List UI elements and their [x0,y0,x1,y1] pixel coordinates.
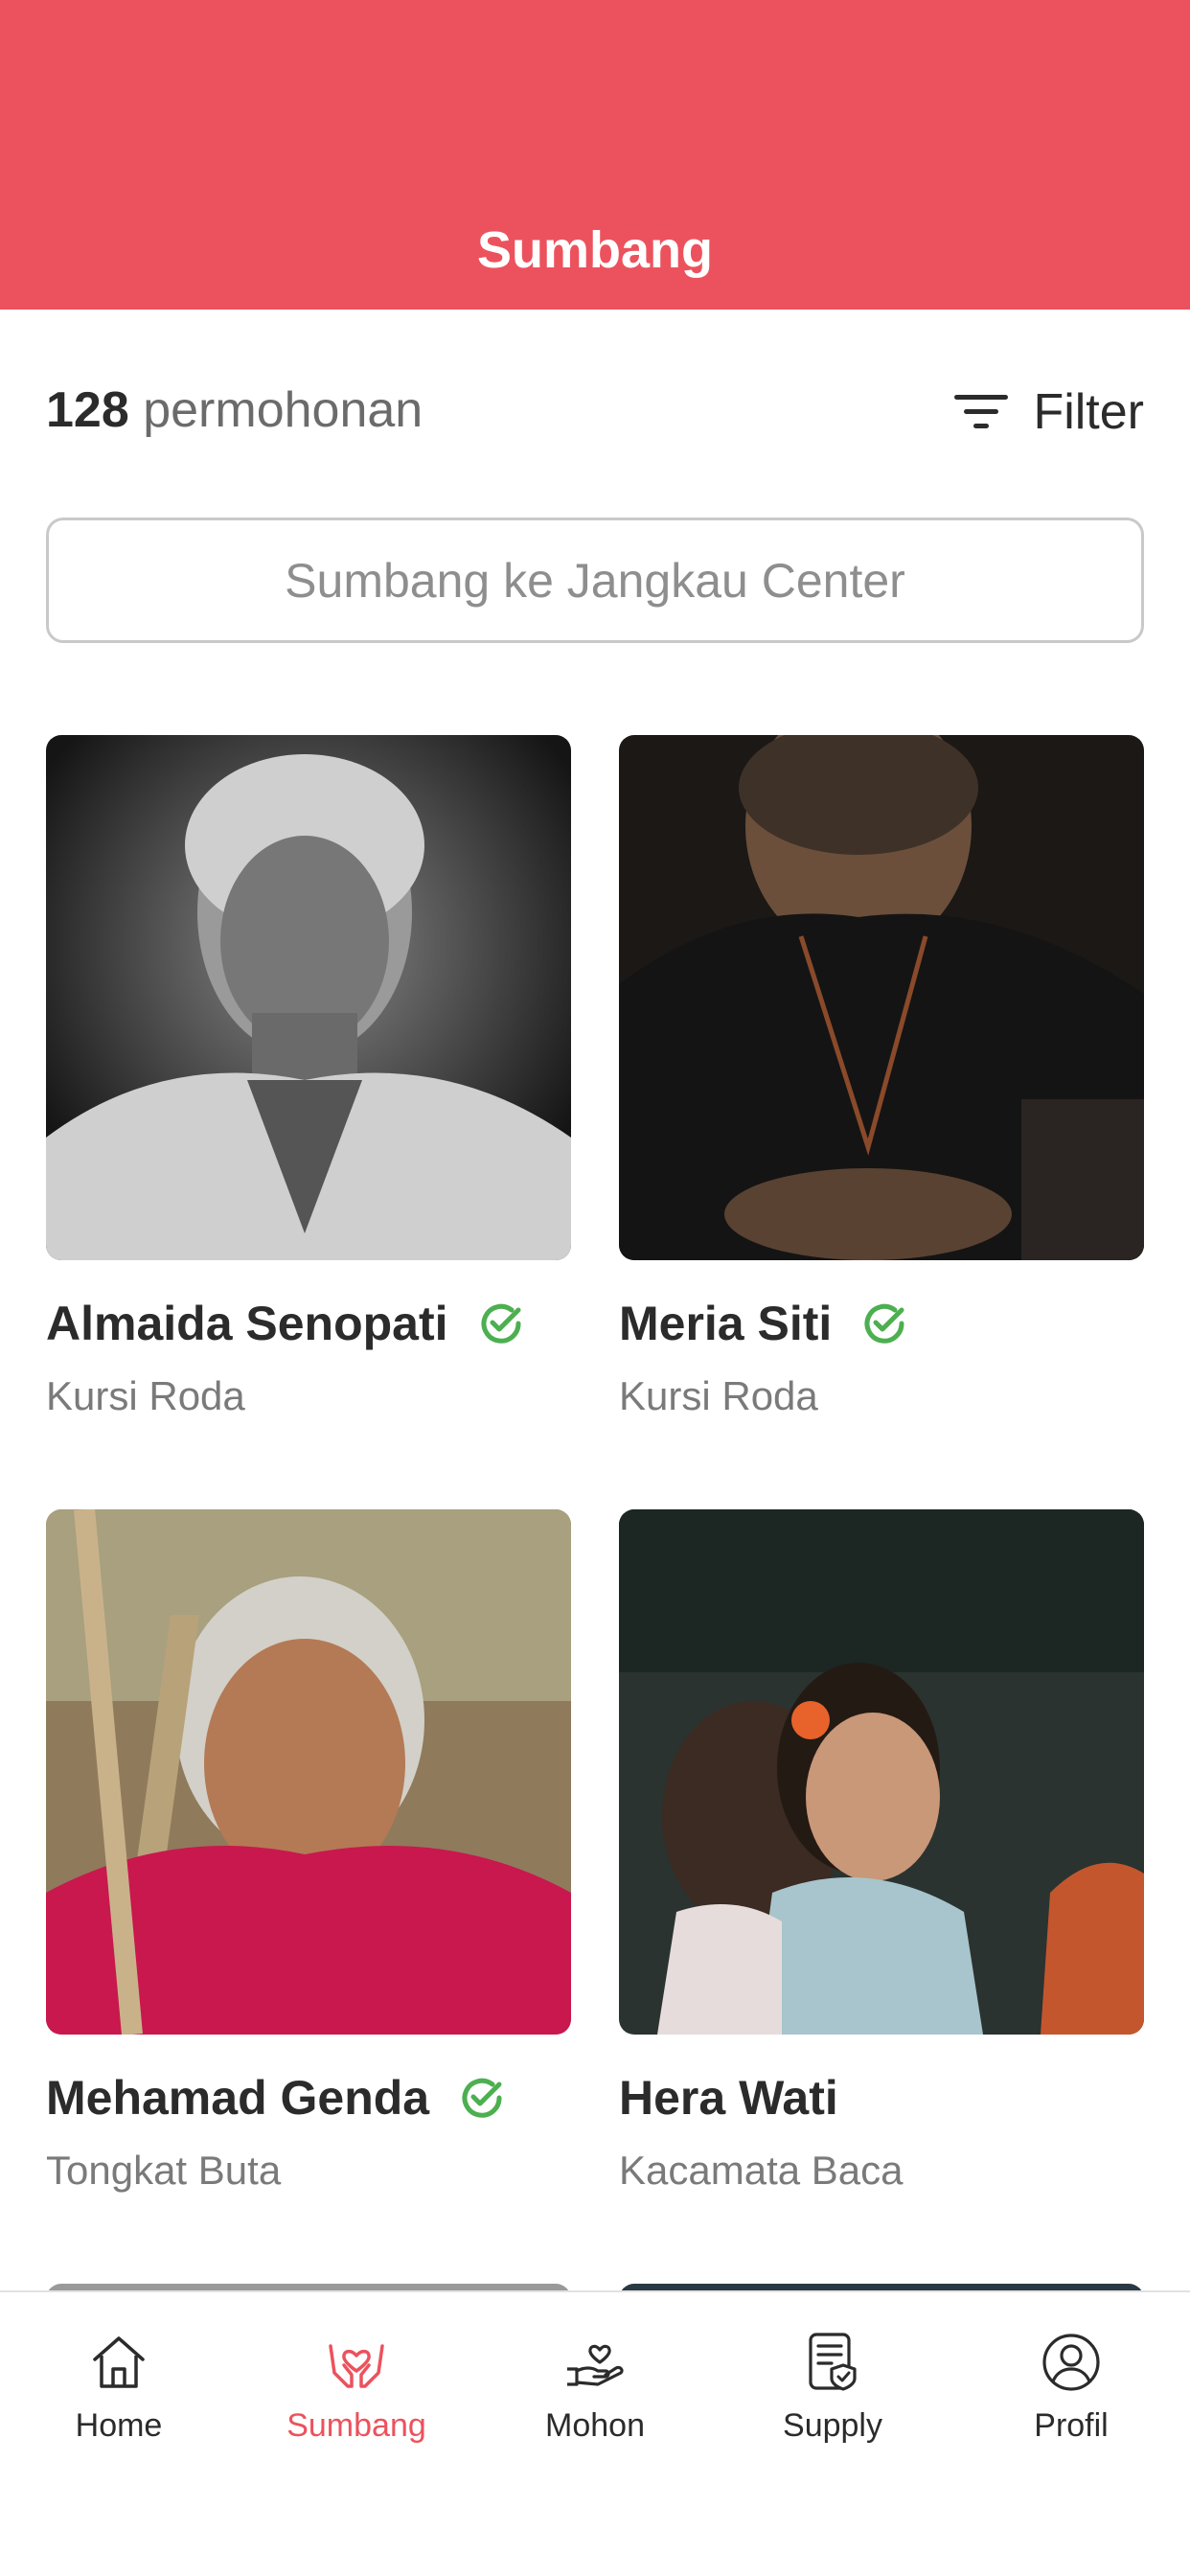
recipient-name: Almaida Senopati [46,1297,448,1350]
tab-supply-label: Supply [783,2407,882,2444]
request-count: 128 permohonan [46,381,423,439]
tab-sumbang[interactable]: Sumbang [238,2331,475,2474]
requested-item: Kursi Roda [619,1373,818,1418]
recipient-name: Meria Siti [619,1297,833,1350]
request-card[interactable]: Hera Wati Kacamata Baca [619,1509,1144,2194]
filter-icon [954,395,1009,428]
verified-check-icon [481,1303,521,1344]
tab-mohon-label: Mohon [545,2407,645,2444]
requested-item: Kursi Roda [46,1373,245,1418]
recipient-photo [619,735,1144,1260]
supply-document-icon [809,2333,857,2391]
filter-button[interactable]: Filter [954,381,1144,443]
request-count-suffix: permohonan [143,382,423,438]
recipient-name: Hera Wati [619,2071,838,2125]
recipient-name: Mehamad Genda [46,2071,430,2125]
request-card[interactable]: Mehamad Genda Tongkat Buta [46,1509,571,2194]
recipient-photo [46,1509,571,2035]
request-count-number: 128 [46,382,129,438]
tab-mohon[interactable]: Mohon [476,2331,714,2474]
recipient-photo [46,735,571,1260]
verified-check-icon [864,1303,904,1344]
donate-to-center-button[interactable]: Sumbang ke Jangkau Center [46,518,1144,643]
tab-home-label: Home [75,2407,163,2444]
request-card[interactable]: Meria Siti Kursi Roda [619,735,1144,1419]
tab-profil[interactable]: Profil [952,2331,1190,2474]
page-title: Sumbang [476,221,713,279]
request-hand-heart-icon [567,2344,624,2386]
home-icon [93,2336,145,2388]
bottom-tab-bar: Home Sumbang Mohon Supply Profil [0,2290,1190,2576]
requested-item: Kacamata Baca [619,2148,904,2193]
tab-profil-label: Profil [1034,2407,1109,2444]
tab-home[interactable]: Home [0,2331,238,2474]
filter-label: Filter [1033,384,1144,440]
tab-supply[interactable]: Supply [714,2331,951,2474]
profile-icon [1042,2334,1100,2391]
requested-item: Tongkat Buta [46,2148,282,2193]
tab-sumbang-label: Sumbang [286,2407,426,2444]
recipient-photo [619,1509,1144,2035]
request-card[interactable]: Almaida Senopati Kursi Roda [46,735,571,1419]
donate-hands-icon [329,2344,384,2388]
verified-check-icon [462,2078,502,2118]
app-header: Sumbang [0,0,1190,310]
